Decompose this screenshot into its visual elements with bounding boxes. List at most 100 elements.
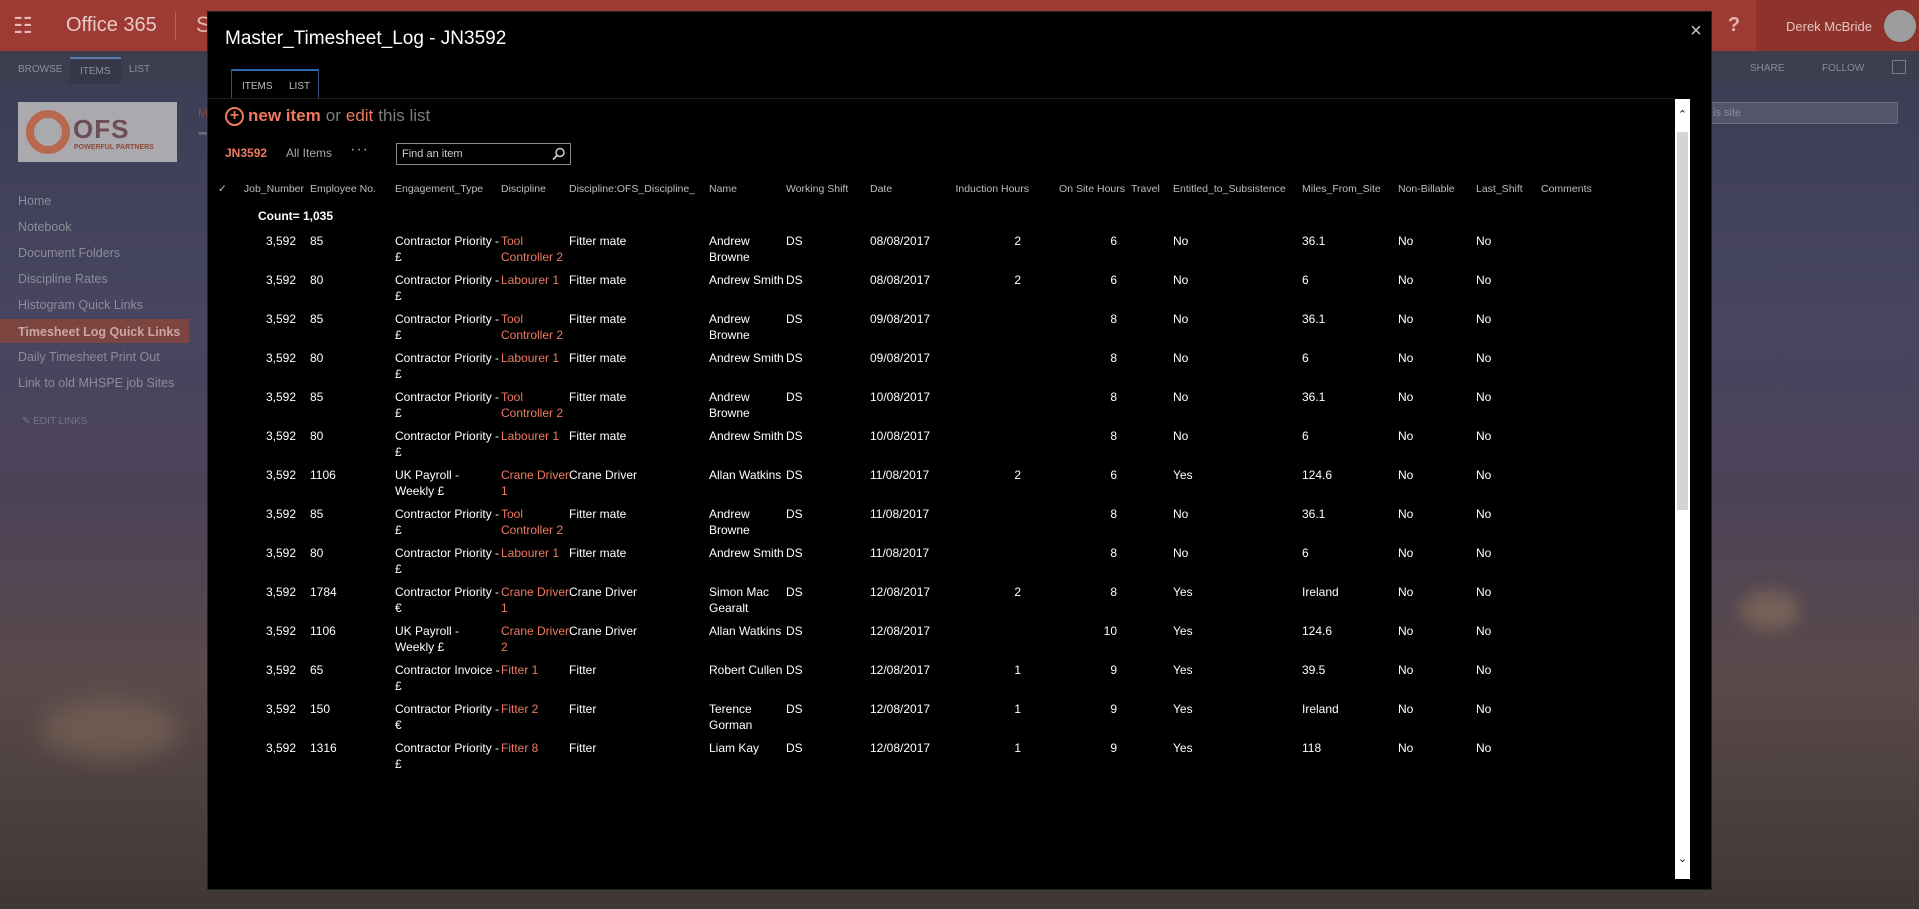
column-header-engagement-type[interactable]: Engagement_Type [395, 177, 501, 201]
nav-item-daily-timesheet-print-out[interactable]: Daily Timesheet Print Out [18, 350, 160, 364]
column-header-entitled-to-subsistence[interactable]: Entitled_to_Subsistence [1173, 177, 1302, 201]
row-select[interactable] [218, 343, 240, 382]
share-button[interactable]: SHARE [1750, 63, 1784, 74]
cell-induction-hours: 2 [1014, 234, 1021, 248]
select-all-checkbox[interactable]: ✓ [218, 177, 240, 201]
row-select[interactable] [218, 733, 240, 772]
column-header-date[interactable]: Date [870, 177, 946, 201]
site-logo[interactable]: OFS POWERFUL PARTNERS [18, 102, 177, 162]
nav-item-document-folders[interactable]: Document Folders [18, 246, 120, 260]
follow-button[interactable]: FOLLOW [1822, 63, 1864, 74]
scroll-down-icon[interactable]: ⌄ [1675, 852, 1690, 867]
table-row[interactable]: 3,592 85 Contractor Priority -£ Tool Contro… [218, 382, 1621, 421]
column-header-non-billable[interactable]: Non-Billable [1398, 177, 1476, 201]
edit-list-link[interactable]: edit [346, 106, 373, 126]
table-row[interactable]: 3,592 1106 UK Payroll - Weekly £ Crane Driv… [218, 616, 1621, 655]
row-select[interactable] [218, 655, 240, 694]
row-select[interactable] [218, 694, 240, 733]
column-header-on-site-hours[interactable]: On Site Hours [1035, 177, 1131, 201]
cell-discipline[interactable]: Fitter 2 [501, 694, 569, 733]
ribbon-tab-list[interactable]: LIST [129, 64, 150, 75]
column-header-employee-no[interactable]: Employee No. [310, 177, 395, 201]
table-row[interactable]: 3,592 150 Contractor Priority -€ Fitter 2 Fi… [218, 694, 1621, 733]
row-select[interactable] [218, 421, 240, 460]
close-icon[interactable]: × [1687, 21, 1705, 41]
nav-item-link-old-mhspe[interactable]: Link to old MHSPE job Sites [18, 376, 174, 390]
cell-discipline[interactable]: Labourer 1 [501, 343, 569, 382]
cell-discipline[interactable]: Labourer 1 [501, 538, 569, 577]
column-header-discipline-ofs[interactable]: Discipline:OFS_Discipline_ [569, 177, 709, 201]
ribbon-tab-browse[interactable]: BROWSE [18, 64, 62, 75]
table-row[interactable]: 3,592 1106 UK Payroll - Weekly £ Crane Driv… [218, 460, 1621, 499]
user-menu[interactable]: Derek McBride [1756, 0, 1919, 51]
table-row[interactable]: 3,592 80 Contractor Priority -£ Labourer 1F… [218, 343, 1621, 382]
table-row[interactable]: 3,592 80 Contractor Priority -£ Labourer 1F… [218, 265, 1621, 304]
cell-working-shift: DS [786, 468, 803, 482]
find-item-input[interactable] [397, 144, 547, 164]
cell-discipline[interactable]: Crane Driver 1 [501, 460, 569, 499]
nav-item-timesheet-log-quick-links[interactable]: Timesheet Log Quick Links [0, 319, 189, 343]
list-view: + new item or edit this list JN3592 All … [208, 99, 1675, 889]
cell-discipline[interactable]: Tool Controller 2 [501, 499, 569, 538]
help-icon[interactable]: ? [1712, 0, 1756, 51]
column-header-comments[interactable]: Comments [1541, 177, 1621, 201]
table-row[interactable]: 3,592 1784 Contractor Priority -€ Crane Dri… [218, 577, 1621, 616]
tab-items[interactable]: ITEMS [242, 81, 273, 92]
row-select[interactable] [218, 382, 240, 421]
edit-links-button[interactable]: ✎ EDIT LINKS [22, 416, 87, 427]
cell-discipline[interactable]: Tool Controller 2 [501, 304, 569, 343]
row-select[interactable] [218, 577, 240, 616]
new-item-link[interactable]: new item [248, 106, 321, 126]
search-icon[interactable] [552, 147, 566, 161]
cell-discipline[interactable]: Labourer 1 [501, 421, 569, 460]
table-row[interactable]: 3,592 1316 Contractor Priority -£ Fitter 8F… [218, 733, 1621, 772]
cell-last-shift: No [1476, 234, 1492, 248]
row-select[interactable] [218, 538, 240, 577]
table-row[interactable]: 3,592 80 Contractor Priority -£ Labourer 1F… [218, 538, 1621, 577]
column-header-name[interactable]: Name [709, 177, 786, 201]
column-header-job-number[interactable]: Job_Number [240, 177, 310, 201]
column-header-induction-hours[interactable]: Induction Hours [946, 177, 1035, 201]
cell-discipline[interactable]: Labourer 1 [501, 265, 569, 304]
nav-item-notebook[interactable]: Notebook [18, 220, 72, 234]
site-search-input[interactable]: is site [1708, 102, 1898, 124]
row-select[interactable] [218, 460, 240, 499]
tab-list[interactable]: LIST [289, 81, 310, 92]
column-header-working-shift[interactable]: Working Shift [786, 177, 870, 201]
row-select[interactable] [218, 616, 240, 655]
view-tab-jn3592[interactable]: JN3592 [225, 146, 267, 160]
row-select[interactable] [218, 265, 240, 304]
view-tab-all-items[interactable]: All Items [286, 146, 332, 160]
column-header-travel[interactable]: Travel [1131, 177, 1173, 201]
cell-engagement-type: Contractor Priority -£ [395, 429, 500, 459]
cell-discipline[interactable]: Fitter 8 [501, 733, 569, 772]
table-row[interactable]: 3,592 80 Contractor Priority -£ Labourer 1F… [218, 421, 1621, 460]
cell-discipline[interactable]: Crane Driver 2 [501, 616, 569, 655]
cell-discipline[interactable]: Tool Controller 2 [501, 382, 569, 421]
column-header-discipline[interactable]: Discipline [501, 177, 569, 201]
row-select[interactable] [218, 226, 240, 265]
table-row[interactable]: 3,592 65 Contractor Invoice -£ Fitter 1 Fitt… [218, 655, 1621, 694]
cell-discipline[interactable]: Fitter 1 [501, 655, 569, 694]
table-row[interactable]: 3,592 85 Contractor Priority -£ Tool Contro… [218, 499, 1621, 538]
table-row[interactable]: 3,592 85 Contractor Priority -£ Tool Contro… [218, 304, 1621, 343]
office365-brand[interactable]: Office 365 [66, 14, 157, 37]
nav-item-home[interactable]: Home [18, 194, 51, 208]
table-row[interactable]: 3,592 85 Contractor Priority -£ Tool Contro… [218, 226, 1621, 265]
breadcrumb-fragment[interactable]: M [198, 106, 208, 120]
add-icon[interactable]: + [225, 106, 244, 126]
column-header-last-shift[interactable]: Last_Shift [1476, 177, 1541, 201]
nav-item-discipline-rates[interactable]: Discipline Rates [18, 272, 108, 286]
cell-discipline[interactable]: Tool Controller 2 [501, 226, 569, 265]
row-select[interactable] [218, 304, 240, 343]
more-views-icon[interactable]: ··· [350, 141, 369, 159]
column-header-miles-from-site[interactable]: Miles_From_Site [1302, 177, 1398, 201]
app-launcher-icon[interactable]: ☷ [0, 0, 46, 51]
nav-item-histogram-quick-links[interactable]: Histogram Quick Links [18, 298, 143, 312]
cell-discipline[interactable]: Crane Driver 1 [501, 577, 569, 616]
ribbon-tab-items[interactable]: ITEMS [70, 57, 121, 84]
scroll-up-icon[interactable]: ⌃ [1675, 108, 1690, 123]
scrollbar-thumb[interactable] [1677, 132, 1688, 510]
focus-mode-icon[interactable] [1892, 60, 1906, 74]
row-select[interactable] [218, 499, 240, 538]
